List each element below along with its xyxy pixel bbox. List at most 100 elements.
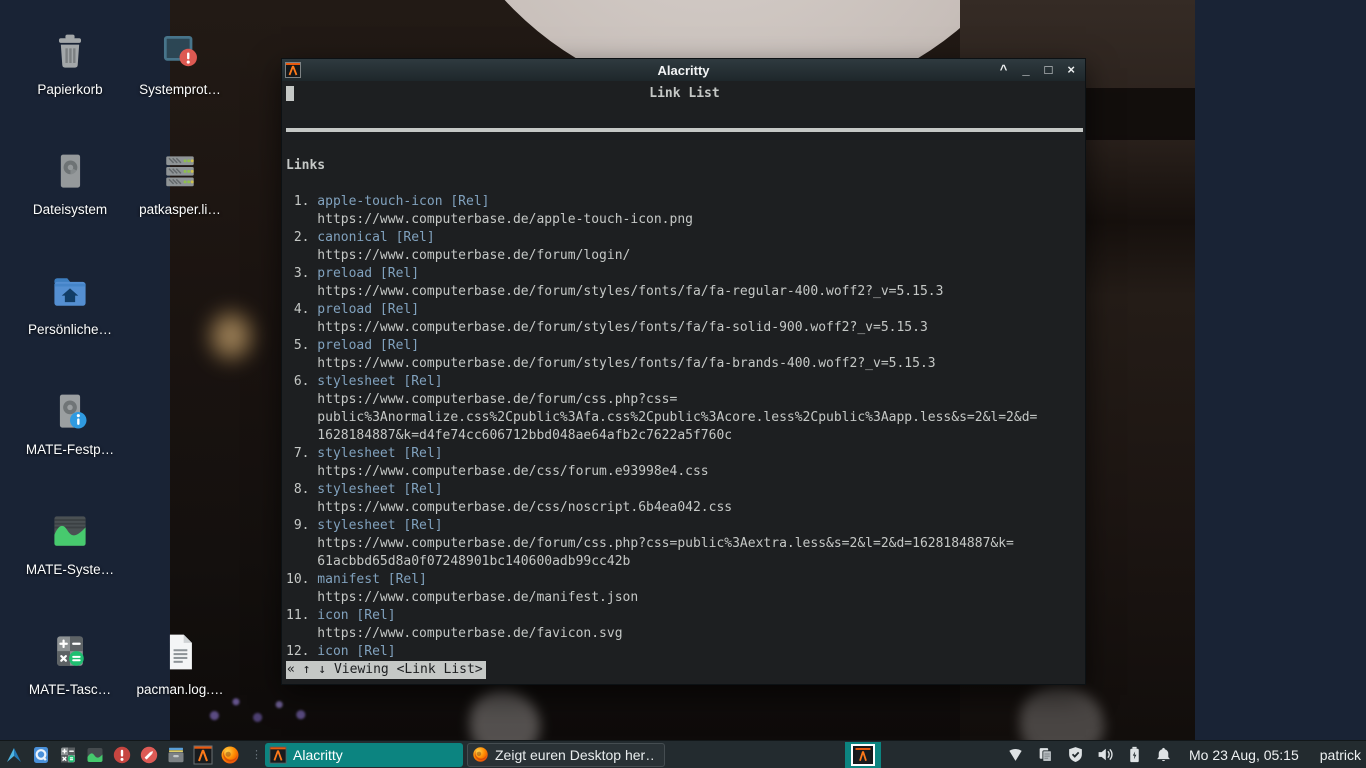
link-row: 11. icon [Rel] [286, 607, 1083, 625]
window-title: Alacritty [657, 62, 710, 78]
link-url: https://www.computerbase.de/css/forum.e9… [317, 464, 709, 479]
link-row: 8. stylesheet [Rel] [286, 481, 1083, 499]
system-tray: Mo 23 Aug, 05:15 patrick [1007, 741, 1366, 768]
link-number: 3. [293, 266, 310, 281]
link-row: 6. stylesheet [Rel] [286, 373, 1083, 391]
link-url: https://www.computerbase.de/manifest.jso… [317, 590, 639, 605]
link-row: 10. manifest [Rel] [286, 571, 1083, 589]
disk-info-icon [10, 386, 130, 438]
link-url: https://www.computerbase.de/forum/login/ [317, 248, 631, 263]
home-folder-icon [10, 266, 130, 318]
system-monitor-launcher-icon[interactable] [85, 745, 105, 765]
status-bar: « ↑ ↓ Viewing <Link List> [286, 661, 486, 679]
link-name[interactable]: stylesheet [Rel] [317, 446, 442, 461]
username[interactable]: patrick [1320, 747, 1361, 763]
desktop-icon-patkasper[interactable]: patkasper.li… [120, 146, 240, 217]
link-name[interactable]: icon [Rel] [317, 644, 395, 659]
notifications-bell-icon[interactable] [1155, 746, 1172, 763]
link-row: 9. stylesheet [Rel] [286, 517, 1083, 535]
link-url: 61acbbd65d8a0f07248901bc140600adb99cc42b [317, 554, 631, 569]
archive-manager-icon[interactable] [166, 745, 186, 765]
battery-icon[interactable] [1127, 746, 1142, 763]
shield-check-icon[interactable] [1067, 746, 1084, 763]
link-number: 1. [293, 194, 310, 209]
desktop-icon-label: patkasper.li… [139, 202, 221, 217]
link-name[interactable]: stylesheet [Rel] [317, 482, 442, 497]
taskbar-task-firefox[interactable]: Zeigt euren Desktop her… [467, 742, 665, 767]
desktop-icon-mate-festplatte[interactable]: MATE-Festp… [10, 386, 130, 457]
link-name[interactable]: canonical [Rel] [317, 230, 434, 245]
link-url: https://www.computerbase.de/forum/css.ph… [317, 392, 678, 407]
link-number: 11. [286, 608, 310, 623]
maximize-button[interactable]: □ [1045, 60, 1053, 80]
link-name[interactable]: preload [Rel] [317, 338, 419, 353]
link-name[interactable]: stylesheet [Rel] [317, 374, 442, 389]
link-name[interactable]: apple-touch-icon [Rel] [317, 194, 489, 209]
link-url: https://www.computerbase.de/forum/css.ph… [317, 536, 1014, 551]
close-button[interactable]: × [1067, 60, 1075, 80]
desktop-icon-label: Papierkorb [37, 82, 103, 97]
desktop-icon-label: pacman.log.… [136, 682, 224, 697]
applet-handle[interactable]: ⋮ [251, 748, 262, 761]
desktop-icon-persoenlicher-ordner[interactable]: Persönliche… [10, 266, 130, 337]
minimize-button[interactable]: _ [1022, 60, 1029, 80]
clipboard-icon[interactable] [1037, 746, 1054, 763]
link-row: 4. preload [Rel] [286, 301, 1083, 319]
alacritty-launcher-icon[interactable] [193, 745, 213, 765]
desktop-icon-label: MATE-Festp… [25, 442, 115, 457]
alacritty-window-icon [285, 62, 301, 78]
desktop-icon-label: Persönliche… [27, 322, 113, 337]
status-line: « ↑ ↓ Viewing <Link List> [286, 661, 1083, 679]
volume-icon[interactable] [1097, 746, 1114, 763]
link-name[interactable]: preload [Rel] [317, 302, 419, 317]
link-row: 3. preload [Rel] [286, 265, 1083, 283]
desktop-icon-papierkorb[interactable]: Papierkorb [10, 26, 130, 97]
link-url: https://www.computerbase.de/forum/styles… [317, 284, 944, 299]
mate-menu-icon[interactable] [4, 745, 24, 765]
clock[interactable]: Mo 23 Aug, 05:15 [1189, 747, 1299, 763]
link-number: 7. [293, 446, 310, 461]
caja-file-manager-icon[interactable] [31, 745, 51, 765]
link-number: 8. [293, 482, 310, 497]
desktop-icon-pacman-log[interactable]: pacman.log.… [120, 626, 240, 697]
trash-icon [10, 26, 130, 78]
wifi-icon[interactable] [1007, 746, 1024, 763]
link-number: 5. [293, 338, 310, 353]
horizontal-rule [286, 121, 1083, 139]
filesystem-icon [10, 146, 130, 198]
desktop-icon-mate-systemmonitor[interactable]: MATE-Syste… [10, 506, 130, 577]
lamp-glow [1113, 320, 1165, 376]
shade-button[interactable]: ^ [1000, 60, 1008, 80]
lamp-glow [208, 310, 254, 362]
link-number: 2. [293, 230, 310, 245]
link-name[interactable]: preload [Rel] [317, 266, 419, 281]
link-name[interactable]: stylesheet [Rel] [317, 518, 442, 533]
task-label: Zeigt euren Desktop her… [495, 746, 656, 763]
link-number: 9. [293, 518, 310, 533]
link-url: https://www.computerbase.de/apple-touch-… [317, 212, 693, 227]
desktop-icon-label: MATE-Syste… [25, 562, 115, 577]
desktop-icon-systemprotokoll[interactable]: Systemprot… [120, 26, 240, 97]
link-number: 12. [286, 644, 310, 659]
link-number: 10. [286, 572, 310, 587]
taskbar-task-alacritty[interactable]: Alacritty [265, 742, 463, 767]
desktop-icon-dateisystem[interactable]: Dateisystem [10, 146, 130, 217]
firefox-launcher-icon[interactable] [220, 745, 240, 765]
taskbar: ⋮ Alacritty Zeigt euren Desktop her… Mo … [0, 740, 1366, 768]
text-file-icon [120, 626, 240, 678]
log-viewer-icon[interactable] [112, 745, 132, 765]
calculator-launcher-icon[interactable] [58, 745, 78, 765]
alacritty-window: Alacritty ^ _ □ × Link List Links 1. app… [281, 58, 1086, 685]
link-row: 12. icon [Rel] [286, 643, 1083, 661]
alacritty-task-icon [269, 745, 287, 764]
titlebar[interactable]: Alacritty ^ _ □ × [282, 59, 1085, 82]
system-monitor-icon [10, 506, 130, 558]
calculator-icon [10, 626, 130, 678]
link-row: 2. canonical [Rel] [286, 229, 1083, 247]
terminal[interactable]: Link List Links 1. apple-touch-icon [Rel… [282, 81, 1085, 684]
link-name[interactable]: icon [Rel] [317, 608, 395, 623]
pluma-editor-icon[interactable] [139, 745, 159, 765]
desktop-icon-mate-taschenrechner[interactable]: MATE-Tasc… [10, 626, 130, 697]
link-name[interactable]: manifest [Rel] [317, 572, 427, 587]
window-selector[interactable] [845, 742, 881, 768]
